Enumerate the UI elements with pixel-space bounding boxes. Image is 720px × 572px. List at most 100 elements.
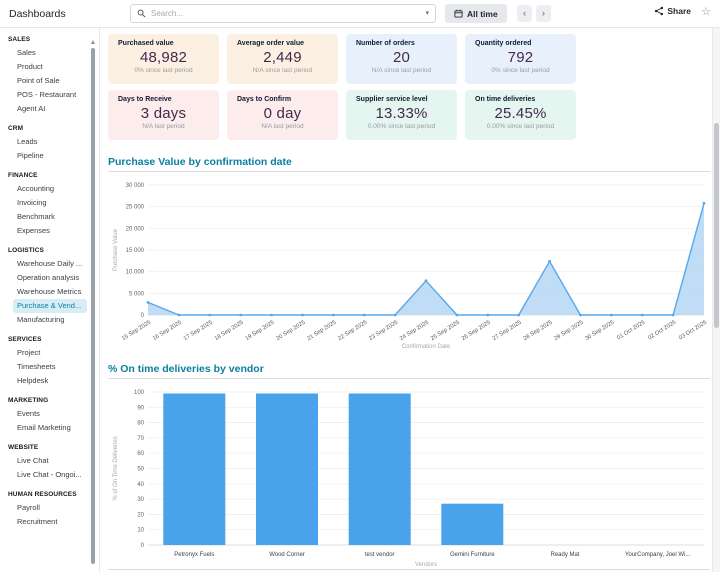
sidebar-item-timesheets[interactable]: Timesheets bbox=[13, 360, 87, 374]
kpi-value: 48,982 bbox=[118, 49, 209, 66]
on-time-deliveries-by-vendor-chart[interactable]: 0102030405060708090100% of On Time Deliv… bbox=[108, 382, 712, 572]
svg-text:17 Sep 2025: 17 Sep 2025 bbox=[183, 320, 214, 343]
kpi-value: 792 bbox=[475, 49, 566, 66]
svg-text:20: 20 bbox=[137, 512, 144, 518]
sidebar-item-warehouse-daily[interactable]: Warehouse Daily ... bbox=[13, 257, 87, 271]
svg-text:80: 80 bbox=[137, 421, 144, 427]
search-input[interactable] bbox=[151, 9, 420, 18]
svg-text:Wood Corner: Wood Corner bbox=[269, 552, 305, 558]
sidebar-scrollbar[interactable] bbox=[91, 48, 95, 564]
sidebar-item-live-chat[interactable]: Live Chat bbox=[13, 454, 87, 468]
svg-text:0: 0 bbox=[141, 543, 145, 549]
calendar-icon bbox=[454, 9, 463, 18]
sidebar-item-purchase-vend[interactable]: Purchase & Vend... bbox=[13, 299, 87, 313]
sidebar-item-warehouse-metrics[interactable]: Warehouse Metrics bbox=[13, 285, 87, 299]
sidebar-item-point-of-sale[interactable]: Point of Sale bbox=[13, 74, 87, 88]
kpi-subtitle: 0.00% since last period bbox=[356, 123, 447, 130]
svg-text:% of On Time Deliveries: % of On Time Deliveries bbox=[113, 436, 119, 500]
divider bbox=[108, 378, 710, 379]
sidebar-item-agent-ai[interactable]: Agent AI bbox=[13, 102, 87, 116]
sidebar-item-expenses[interactable]: Expenses bbox=[13, 224, 87, 238]
favorite-star-icon[interactable]: ☆ bbox=[701, 5, 711, 18]
svg-text:50: 50 bbox=[137, 467, 144, 473]
sidebar-item-pos-restaurant[interactable]: POS - Restaurant bbox=[13, 88, 87, 102]
svg-text:0: 0 bbox=[141, 313, 145, 319]
svg-text:Vendors: Vendors bbox=[415, 562, 437, 568]
search-caret-down-icon[interactable]: ▾ bbox=[425, 10, 429, 17]
date-filter-label: All time bbox=[467, 9, 498, 19]
topbar: Dashboards ▾ All time ‹ › Share ☆ bbox=[0, 0, 720, 28]
sidebar-item-leads[interactable]: Leads bbox=[13, 135, 87, 149]
svg-text:15 Sep 2025: 15 Sep 2025 bbox=[121, 320, 152, 343]
search-icon bbox=[137, 9, 146, 18]
date-filter-button[interactable]: All time bbox=[445, 4, 507, 23]
divider bbox=[108, 569, 710, 570]
purchase-value-chart-title: Purchase Value by confirmation date bbox=[108, 156, 292, 168]
svg-text:02 Oct 2025: 02 Oct 2025 bbox=[647, 320, 677, 342]
kpi-card-supplier-service-level: Supplier service level13.33%0.00% since … bbox=[346, 90, 457, 140]
svg-text:10: 10 bbox=[137, 528, 144, 534]
sidebar-item-recruitment[interactable]: Recruitment bbox=[13, 515, 87, 529]
kpi-subtitle: 0.00% since last period bbox=[475, 123, 566, 130]
sidebar-item-sales[interactable]: Sales bbox=[13, 46, 87, 60]
svg-text:21 Sep 2025: 21 Sep 2025 bbox=[306, 320, 337, 343]
sidebar-item-manufacturing[interactable]: Manufacturing bbox=[13, 313, 87, 327]
svg-text:5 000: 5 000 bbox=[129, 291, 145, 297]
main-scrollbar[interactable] bbox=[714, 123, 719, 328]
svg-text:YourCompany, Joel Wi...: YourCompany, Joel Wi... bbox=[625, 552, 691, 558]
svg-text:60: 60 bbox=[137, 451, 144, 457]
kpi-title: Days to Confirm bbox=[237, 96, 328, 103]
sidebar-scroll-up-icon[interactable] bbox=[91, 40, 95, 44]
svg-text:24 Sep 2025: 24 Sep 2025 bbox=[399, 320, 430, 343]
sidebar-section-services: SERVICESProjectTimesheetsHelpdesk bbox=[8, 336, 99, 388]
kpi-title: Supplier service level bbox=[356, 96, 447, 103]
sidebar-section-crm: CRM LeadsPipeline bbox=[8, 125, 99, 163]
kpi-subtitle: N/A since last period bbox=[237, 67, 328, 74]
sidebar-section-title: WEBSITE bbox=[8, 444, 99, 451]
kpi-value: 25.45% bbox=[475, 105, 566, 122]
sidebar-section-title: FINANCE bbox=[8, 172, 99, 179]
sidebar-item-operation-analysis[interactable]: Operation analysis bbox=[13, 271, 87, 285]
svg-text:23 Sep 2025: 23 Sep 2025 bbox=[368, 320, 399, 343]
search-box[interactable]: ▾ bbox=[130, 4, 436, 23]
sidebar-item-benchmark[interactable]: Benchmark bbox=[13, 210, 87, 224]
sidebar-item-pipeline[interactable]: Pipeline bbox=[13, 149, 87, 163]
sidebar-section-human-resources: HUMAN RESOURCESPayrollRecruitment bbox=[8, 491, 99, 529]
next-period-button[interactable]: › bbox=[536, 5, 551, 22]
purchase-value-by-confirmation-date-chart[interactable]: 05 00010 00015 00020 00025 00030 000Purc… bbox=[108, 176, 712, 356]
sidebar-section-finance: FINANCE AccountingInvoicingBenchmarkExpen… bbox=[8, 172, 99, 238]
sidebar-section-logistics: LOGISTICSWarehouse Daily ...Operation an… bbox=[8, 247, 99, 327]
previous-period-button[interactable]: ‹ bbox=[517, 5, 532, 22]
kpi-card-quantity-ordered: Quantity ordered7920% since last period bbox=[465, 34, 576, 84]
kpi-title: Number of orders bbox=[356, 40, 447, 47]
sidebar-item-invoicing[interactable]: Invoicing bbox=[13, 196, 87, 210]
kpi-card-purchased-value: Purchased value48,9820% since last perio… bbox=[108, 34, 219, 84]
share-button[interactable]: Share bbox=[654, 6, 691, 16]
kpi-value: 0 day bbox=[237, 105, 328, 122]
svg-text:70: 70 bbox=[137, 436, 144, 442]
share-label: Share bbox=[667, 6, 691, 16]
sidebar-item-helpdesk[interactable]: Helpdesk bbox=[13, 374, 87, 388]
kpi-value: 20 bbox=[356, 49, 447, 66]
sidebar-item-events[interactable]: Events bbox=[13, 407, 87, 421]
svg-text:Petronyx Fuels: Petronyx Fuels bbox=[174, 552, 214, 558]
sidebar-item-product[interactable]: Product bbox=[13, 60, 87, 74]
sidebar-section-title: CRM bbox=[8, 125, 99, 132]
svg-text:test vendor: test vendor bbox=[365, 552, 395, 558]
sidebar-section-website: WEBSITE Live ChatLive Chat - Ongoi... bbox=[8, 444, 99, 482]
main-scrollbar-track[interactable] bbox=[712, 28, 720, 572]
svg-text:28 Sep 2025: 28 Sep 2025 bbox=[523, 320, 554, 343]
on-time-deliveries-chart-title: % On time deliveries by vendor bbox=[108, 363, 264, 375]
svg-text:29 Sep 2025: 29 Sep 2025 bbox=[553, 320, 584, 343]
sidebar-item-payroll[interactable]: Payroll bbox=[13, 501, 87, 515]
svg-text:Gemini Furniture: Gemini Furniture bbox=[450, 552, 495, 558]
svg-text:25 000: 25 000 bbox=[126, 205, 145, 211]
sidebar: SALESSalesProductPoint of SalePOS - Rest… bbox=[0, 28, 100, 572]
sidebar-item-email-marketing[interactable]: Email Marketing bbox=[13, 421, 87, 435]
sidebar-item-live-chat-ongoi[interactable]: Live Chat - Ongoi... bbox=[13, 468, 87, 482]
svg-text:27 Sep 2025: 27 Sep 2025 bbox=[492, 320, 523, 343]
sidebar-item-project[interactable]: Project bbox=[13, 346, 87, 360]
svg-text:22 Sep 2025: 22 Sep 2025 bbox=[337, 320, 368, 343]
sidebar-section-sales: SALESSalesProductPoint of SalePOS - Rest… bbox=[8, 36, 99, 116]
sidebar-item-accounting[interactable]: Accounting bbox=[13, 182, 87, 196]
